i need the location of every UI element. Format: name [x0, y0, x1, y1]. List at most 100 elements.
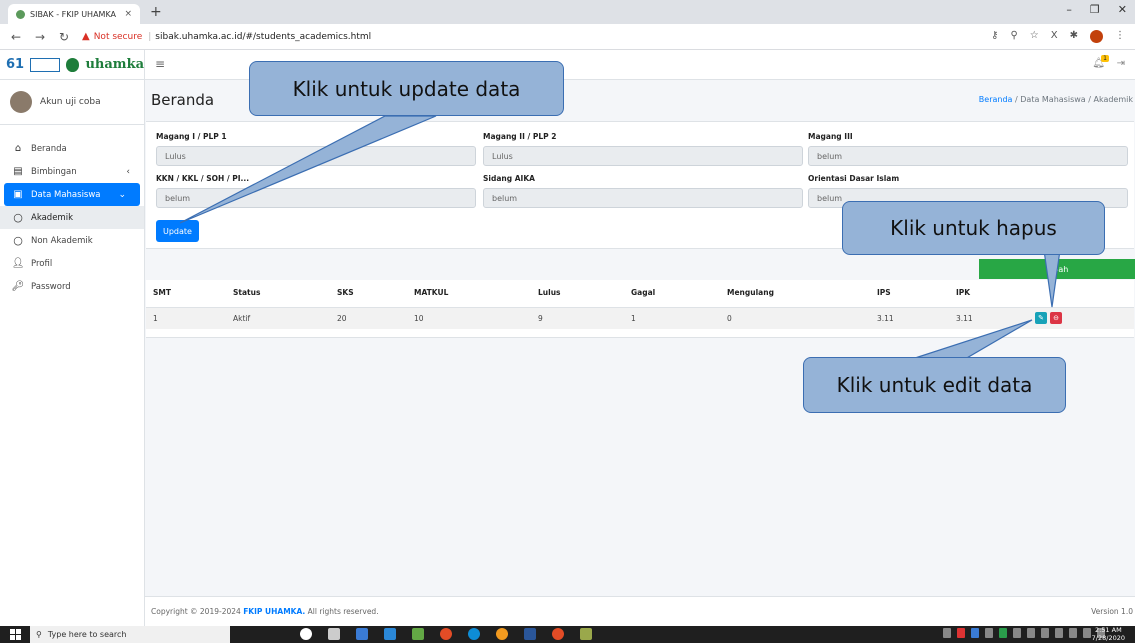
- network-icon[interactable]: [1083, 628, 1091, 638]
- mail-icon[interactable]: [384, 628, 396, 640]
- update-callout: Klik untuk update data: [249, 61, 564, 116]
- sidebar-item-label: Beranda: [31, 143, 67, 154]
- column-header: Lulus: [538, 288, 561, 297]
- breadcrumb-link-beranda[interactable]: Beranda: [979, 95, 1013, 104]
- tray-icon[interactable]: [943, 628, 951, 638]
- logout-icon[interactable]: ⇥: [1117, 58, 1125, 69]
- sidebar-item-non-akademik[interactable]: ○ Non Akademik: [0, 229, 144, 252]
- circle-icon: ○: [13, 234, 23, 247]
- sidebar-item-password[interactable]: 🔑︎ Password: [0, 275, 144, 298]
- puzzle-icon[interactable]: ✱: [1070, 30, 1078, 43]
- url-field[interactable]: ▲ Not secure | sibak.uhamka.ac.id/#/stud…: [82, 31, 371, 42]
- chrome-icon[interactable]: [552, 628, 564, 640]
- new-tab-button[interactable]: +: [150, 4, 162, 20]
- sidebar-item-data-mahasiswa[interactable]: ▣ Data Mahasiswa ⌄: [4, 183, 140, 206]
- user-panel[interactable]: Akun uji coba: [0, 80, 144, 125]
- tray-icon[interactable]: [1055, 628, 1063, 638]
- sidebar-item-beranda[interactable]: ⌂ Beranda: [0, 137, 144, 160]
- user-icon: 👤︎: [11, 258, 25, 269]
- kkn-input[interactable]: belum: [156, 188, 476, 208]
- windows-start-icon[interactable]: [10, 629, 21, 640]
- sidebar: Akun uji coba ⌂ Beranda ▤ Bimbingan ‹ ▣ …: [0, 80, 145, 626]
- hamburger-icon[interactable]: ≡: [155, 57, 165, 71]
- table-cell: Aktif: [233, 314, 251, 323]
- back-icon[interactable]: ←: [8, 30, 24, 44]
- browser-tab[interactable]: SIBAK - FKIP UHAMKA ×: [8, 4, 140, 24]
- notification-badge: 1: [1101, 55, 1109, 62]
- window-controls: – ❐ ✕: [1066, 3, 1127, 16]
- copyright-prefix: Copyright © 2019-2024: [151, 607, 244, 616]
- task-view-icon[interactable]: [328, 628, 340, 640]
- menu-dots-icon[interactable]: ⋮: [1115, 30, 1125, 43]
- table-cell: 9: [538, 314, 543, 323]
- table-cell: 3.11: [877, 314, 894, 323]
- tray-icon[interactable]: [999, 628, 1007, 638]
- sidebar-item-label: Data Mahasiswa: [31, 189, 101, 200]
- cortana-icon[interactable]: [300, 628, 312, 640]
- url-separator: |: [148, 31, 152, 42]
- field-label: KKN / KKL / SOH / PI...: [156, 174, 250, 183]
- firefox-icon[interactable]: [496, 628, 508, 640]
- reload-icon[interactable]: ↻: [56, 30, 72, 44]
- taskbar-clock[interactable]: 2:51 AM 7/28/2020: [1092, 626, 1125, 642]
- column-header: IPK: [956, 288, 971, 297]
- zoom-icon[interactable]: ⚲: [1010, 30, 1017, 43]
- chrome-icon[interactable]: [440, 628, 452, 640]
- field-label: Sidang AIKA: [483, 174, 535, 183]
- tray-icon[interactable]: [1041, 628, 1049, 638]
- tab-title: SIBAK - FKIP UHAMKA: [30, 9, 117, 19]
- column-header: Gagal: [631, 288, 656, 297]
- edge-icon[interactable]: [468, 628, 480, 640]
- restore-icon[interactable]: ❐: [1090, 3, 1100, 16]
- academic-table: SMT Status SKS MATKUL Lulus Gagal Mengul…: [146, 280, 1134, 338]
- tray-icon[interactable]: [957, 628, 965, 638]
- sidebar-item-akademik[interactable]: ○ Akademik: [0, 206, 144, 229]
- taskbar-apps: [300, 628, 592, 640]
- table-cell: 1: [631, 314, 636, 323]
- app-icon[interactable]: [412, 628, 424, 640]
- table-cell: 10: [414, 314, 424, 323]
- brand-logo[interactable]: 61 uhamka: [0, 50, 145, 80]
- edit-icon[interactable]: ✎: [1035, 312, 1047, 324]
- avatar: [10, 91, 32, 113]
- magang-3-input[interactable]: belum: [808, 146, 1128, 166]
- app-icon[interactable]: [580, 628, 592, 640]
- magang-1-input[interactable]: Lulus: [156, 146, 476, 166]
- extension-x-icon[interactable]: X: [1051, 30, 1058, 43]
- tray-icon[interactable]: [985, 628, 993, 638]
- column-header: SMT: [153, 288, 171, 297]
- sidebar-item-bimbingan[interactable]: ▤ Bimbingan ‹: [0, 160, 144, 183]
- taskbar-search[interactable]: ⚲ Type here to search: [30, 626, 230, 643]
- close-window-icon[interactable]: ✕: [1118, 3, 1127, 16]
- chevron-down-icon: ⌄: [118, 189, 126, 200]
- tray-icon[interactable]: [971, 628, 979, 638]
- minimize-icon[interactable]: –: [1066, 3, 1072, 16]
- footer-org-link[interactable]: FKIP UHAMKA.: [243, 607, 305, 616]
- star-icon[interactable]: ☆: [1030, 30, 1039, 43]
- circle-icon: ○: [13, 211, 23, 224]
- sidang-aika-input[interactable]: belum: [483, 188, 803, 208]
- key-icon[interactable]: ⚷: [991, 30, 998, 43]
- id-card-icon: ▣: [13, 189, 23, 200]
- field-magang-3: Magang III belum: [808, 132, 1128, 166]
- key-icon: 🔑︎: [11, 281, 25, 292]
- delete-icon[interactable]: ⊖: [1050, 312, 1062, 324]
- update-button[interactable]: Update: [156, 220, 199, 242]
- add-button[interactable]: ...bah: [979, 259, 1135, 279]
- book-icon: ▤: [13, 166, 23, 177]
- volume-icon[interactable]: [1069, 628, 1077, 638]
- close-tab-icon[interactable]: ×: [124, 9, 132, 19]
- favicon-icon: [16, 9, 25, 19]
- uhamka-emblem-icon: [65, 57, 80, 72]
- sidebar-item-label: Non Akademik: [31, 235, 93, 246]
- forward-icon[interactable]: →: [32, 30, 48, 44]
- breadcrumb-data-mahasiswa: Data Mahasiswa: [1020, 95, 1086, 104]
- profile-avatar[interactable]: [1090, 30, 1103, 43]
- field-label: Orientasi Dasar Islam: [808, 174, 900, 183]
- magang-2-input[interactable]: Lulus: [483, 146, 803, 166]
- word-icon[interactable]: [524, 628, 536, 640]
- tray-icon[interactable]: [1027, 628, 1035, 638]
- store-icon[interactable]: [356, 628, 368, 640]
- tray-icon[interactable]: [1013, 628, 1021, 638]
- sidebar-item-profil[interactable]: 👤︎ Profil: [0, 252, 144, 275]
